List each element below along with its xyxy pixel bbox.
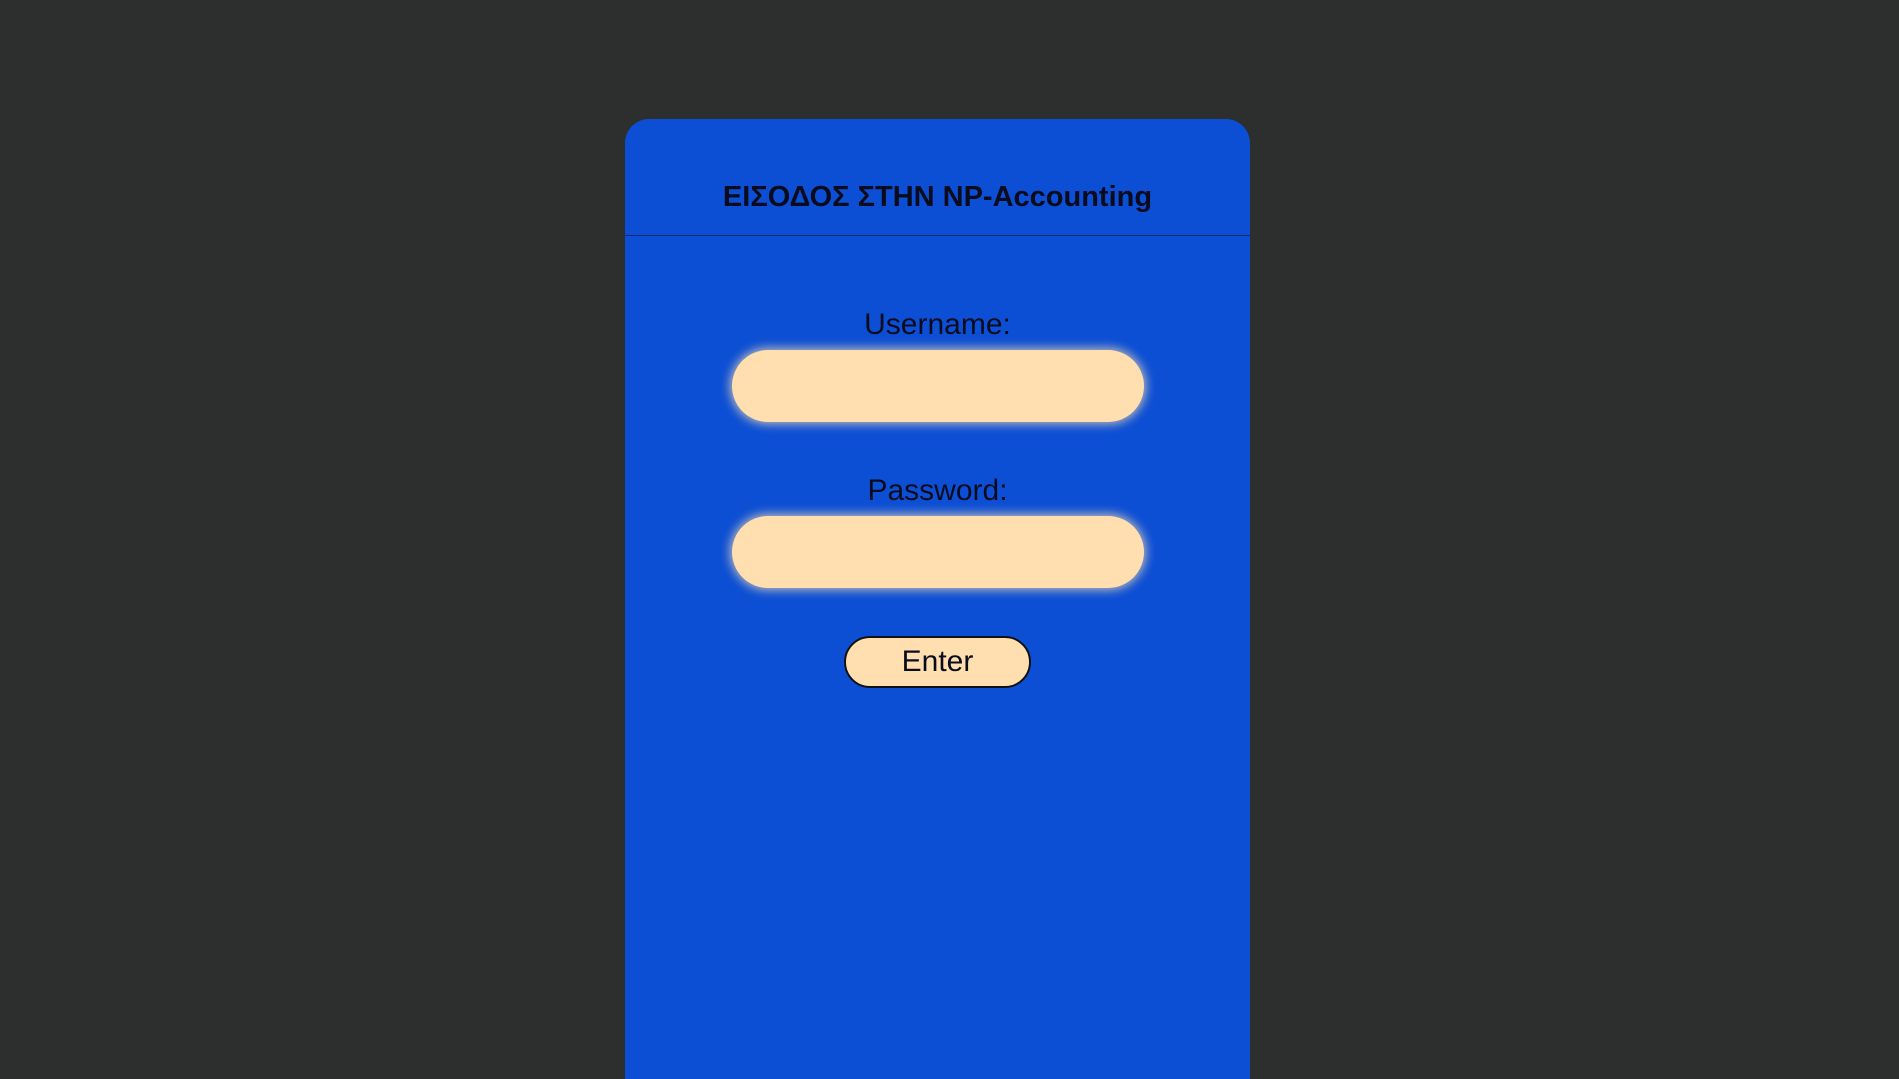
password-input[interactable] — [731, 516, 1144, 588]
login-form: Username: Password: Enter — [625, 308, 1250, 688]
login-card: ΕΙΣΟΔΟΣ ΣΤΗΝ NP-Accounting Username: Pas… — [625, 119, 1250, 1079]
card-header: ΕΙΣΟΔΟΣ ΣΤΗΝ NP-Accounting — [625, 119, 1250, 236]
password-label: Password: — [867, 474, 1008, 507]
login-title: ΕΙΣΟΔΟΣ ΣΤΗΝ NP-Accounting — [722, 181, 1153, 213]
username-input[interactable] — [731, 350, 1144, 422]
username-label: Username: — [864, 308, 1011, 341]
enter-button[interactable]: Enter — [844, 636, 1031, 688]
